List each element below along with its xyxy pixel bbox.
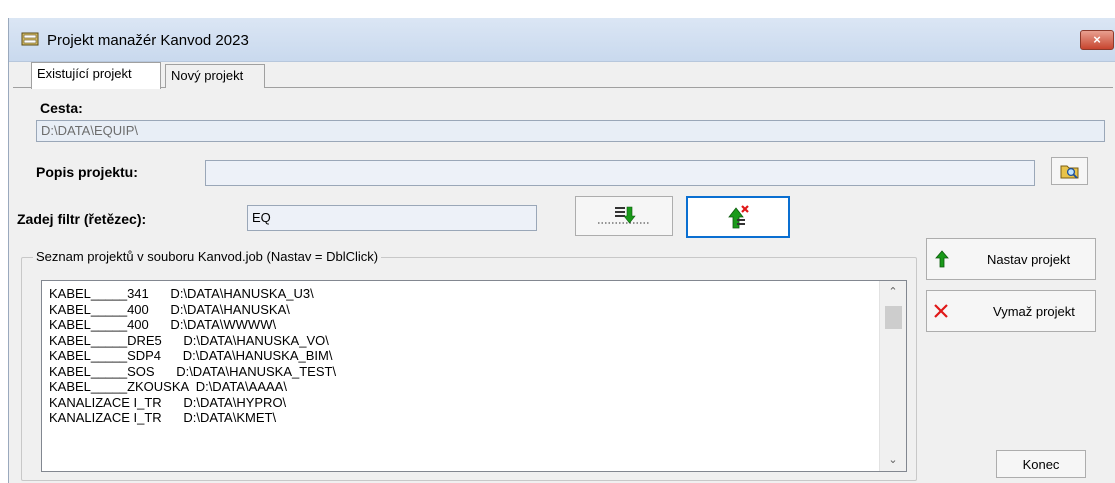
close-button-label: Konec: [1022, 456, 1060, 472]
filter-label: Zadej filtr (řetězec):: [17, 211, 147, 227]
delete-project-button[interactable]: Vymaž projekt: [926, 290, 1096, 332]
path-field: D:\DATA\EQUIP\: [36, 120, 1105, 142]
close-button[interactable]: Konec: [996, 450, 1086, 478]
close-window-button[interactable]: ×: [1080, 30, 1114, 50]
database-icon: [21, 32, 39, 46]
insert-down-arrow-icon: [598, 206, 650, 224]
insert-button[interactable]: [575, 196, 673, 236]
list-item[interactable]: KANALIZACE I_TR D:\DATA\KMET\: [49, 410, 879, 426]
tab-new-project[interactable]: Nový projekt: [165, 64, 265, 88]
browse-button[interactable]: [1051, 157, 1088, 185]
set-project-button[interactable]: Nastav projekt: [926, 238, 1096, 280]
list-item[interactable]: KABEL_____SOS D:\DATA\HANUSKA_TEST\: [49, 364, 879, 380]
list-item[interactable]: KABEL_____400 D:\DATA\HANUSKA\: [49, 302, 879, 318]
project-description-label: Popis projektu:: [36, 164, 138, 180]
tab-strip: Existující projekt Nový projekt: [13, 62, 1113, 89]
green-up-arrow-icon: [935, 250, 949, 268]
folder-search-icon: [1060, 165, 1078, 179]
project-list-items: KABEL_____341 D:\DATA\HANUSKA_U3\ KABEL_…: [49, 286, 879, 426]
remove-entry-icon: [728, 205, 749, 229]
scroll-down-icon[interactable]: ⌄: [880, 451, 906, 469]
window-title: Projekt manažér Kanvod 2023: [47, 32, 249, 49]
tab-existing-project[interactable]: Existující projekt: [31, 62, 161, 89]
project-listbox[interactable]: KABEL_____341 D:\DATA\HANUSKA_U3\ KABEL_…: [41, 280, 907, 472]
red-cross-icon: [934, 304, 948, 318]
list-scrollbar[interactable]: ⌃ ⌄: [879, 281, 906, 471]
scroll-up-icon[interactable]: ⌃: [880, 283, 906, 301]
title-bar: Projekt manažér Kanvod 2023 ×: [9, 18, 1115, 62]
set-project-label: Nastav projekt: [987, 251, 1071, 267]
list-item[interactable]: KABEL_____SDP4 D:\DATA\HANUSKA_BIM\: [49, 348, 879, 364]
scroll-thumb[interactable]: [885, 306, 902, 329]
project-list-legend: Seznam projektů v souboru Kanvod.job (Na…: [33, 249, 382, 264]
list-item[interactable]: KABEL_____ZKOUSKA D:\DATA\AAAA\: [49, 379, 879, 395]
list-item[interactable]: KANALIZACE I_TR D:\DATA\HYPRO\: [49, 395, 879, 411]
filter-input[interactable]: EQ: [247, 205, 537, 231]
project-description-input[interactable]: [205, 160, 1035, 186]
list-item[interactable]: KABEL_____400 D:\DATA\WWWW\: [49, 317, 879, 333]
delete-project-label: Vymaž projekt: [993, 303, 1075, 319]
project-manager-window: Projekt manažér Kanvod 2023 × Existující…: [8, 18, 1115, 483]
list-item[interactable]: KABEL_____341 D:\DATA\HANUSKA_U3\: [49, 286, 879, 302]
path-label: Cesta:: [40, 100, 83, 116]
list-item[interactable]: KABEL_____DRE5 D:\DATA\HANUSKA_VO\: [49, 333, 879, 349]
remove-button[interactable]: [686, 196, 790, 238]
close-icon: ×: [1093, 32, 1101, 47]
